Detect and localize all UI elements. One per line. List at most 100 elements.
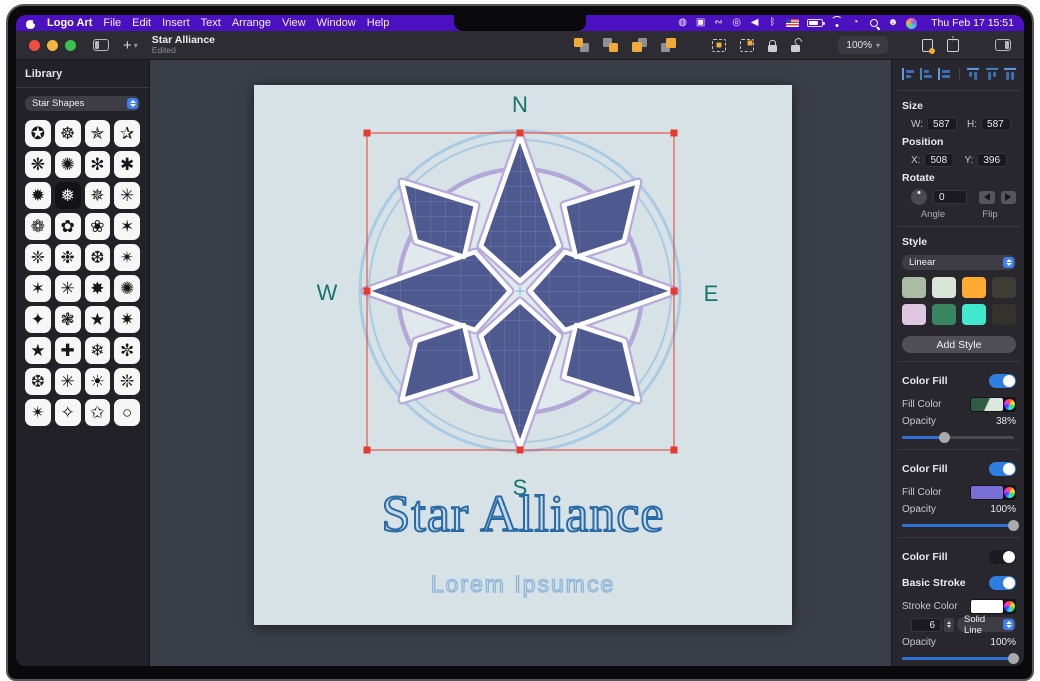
opacity-2-slider[interactable] [902, 520, 1019, 531]
opacity-1-slider[interactable] [902, 432, 1014, 443]
stage-manager-icon[interactable]: ▣ [696, 17, 706, 29]
style-swatch-3[interactable] [962, 277, 986, 298]
align-right-icon[interactable] [938, 68, 951, 80]
library-shape-thin-asterisk[interactable]: ✱ [114, 151, 140, 178]
spotlight-icon[interactable] [869, 18, 880, 29]
line-style-dropdown[interactable]: Solid Line [957, 614, 1016, 636]
width-field[interactable]: 587 [927, 117, 958, 131]
color-wheel-icon[interactable] [1004, 487, 1015, 498]
zoom-window-button[interactable] [65, 39, 76, 51]
library-shape-six-petal-asterisk[interactable]: ✻ [84, 151, 111, 178]
library-shape-four-point-sparkle[interactable]: ✦ [25, 306, 51, 333]
style-swatch-2[interactable] [932, 277, 956, 298]
library-shape-spoke-wheel[interactable]: ❋ [25, 151, 51, 178]
library-shape-eight-point-outline[interactable]: ✩ [84, 399, 111, 426]
library-shape-petal-star[interactable]: ❉ [54, 244, 81, 271]
color-fill-1-toggle[interactable] [989, 374, 1016, 388]
battery-icon[interactable] [806, 19, 825, 27]
library-shape-rayed-sun[interactable]: ✺ [114, 275, 140, 302]
export-icon[interactable] [922, 38, 935, 54]
app-menu[interactable]: Logo Art [47, 17, 92, 29]
menu-help[interactable]: Help [367, 17, 390, 29]
library-shape-cog-outline[interactable]: ❀ [84, 213, 111, 240]
rotation-knob[interactable] [911, 189, 927, 205]
move-forward-icon[interactable] [574, 38, 590, 52]
share-icon[interactable] [947, 38, 959, 52]
ungroup-icon[interactable] [740, 38, 755, 52]
stroke-color-1-well[interactable] [970, 599, 1016, 614]
align-bottom-icon[interactable] [1003, 67, 1016, 81]
library-shape-snowflake-ornament[interactable]: ❄ [84, 337, 111, 364]
library-shape-six-ray-star[interactable]: ✳ [114, 182, 140, 209]
shortcuts-icon[interactable]: ∾ [714, 17, 724, 29]
library-shape-snowflake-tile[interactable]: ❅ [54, 182, 81, 209]
library-shape-wavy-outline-star[interactable]: ✰ [114, 120, 140, 147]
compass-label-west[interactable]: W [317, 280, 338, 305]
zoom-level-dropdown[interactable]: 100% ▾ [838, 36, 888, 54]
library-shape-six-point-thin-star[interactable]: ✶ [114, 213, 140, 240]
align-top-icon[interactable] [967, 67, 980, 81]
color-wheel-icon[interactable] [1004, 601, 1015, 612]
library-shape-plus-sparkle[interactable]: ✚ [54, 337, 81, 364]
flip-horizontal-button[interactable] [979, 190, 995, 204]
screen-record-icon[interactable]: ◎ [732, 17, 742, 29]
screen-mirroring-icon[interactable]: ◍ [678, 17, 688, 29]
send-to-back-icon[interactable] [661, 38, 677, 52]
close-window-button[interactable] [29, 39, 40, 51]
library-shape-flower-gear[interactable]: ✿ [54, 213, 81, 240]
height-field[interactable]: 587 [981, 117, 1012, 131]
library-shape-swirl-star[interactable]: ✷ [114, 306, 140, 333]
inspector-toggle-icon[interactable] [995, 39, 1011, 51]
library-shape-gear-ring[interactable]: ❁ [25, 213, 51, 240]
align-left-icon[interactable] [902, 68, 914, 80]
menu-view[interactable]: View [282, 17, 306, 29]
stroke-width-stepper[interactable] [944, 617, 954, 632]
add-shape-button[interactable]: + ▾ [123, 38, 138, 53]
library-shape-eight-petal-flower[interactable]: ✳ [54, 275, 81, 302]
gradient-type-dropdown[interactable]: Linear [902, 255, 1016, 270]
library-shape-heavy-snowflake[interactable]: ❊ [114, 368, 140, 395]
artboard[interactable]: N W E S Star Alliance Lorem Ipsumce [254, 85, 792, 625]
library-shape-sparkle-burst[interactable]: ❈ [25, 244, 51, 271]
menu-bar-clock[interactable]: Thu Feb 17 15:51 [931, 17, 1014, 29]
bring-to-front-icon[interactable] [632, 38, 648, 52]
add-style-button[interactable]: Add Style [902, 336, 1016, 353]
bluetooth-icon[interactable]: ᛒ [768, 17, 778, 29]
siri-icon[interactable] [906, 17, 918, 29]
library-shape-dense-sunburst[interactable]: ✴ [114, 244, 140, 271]
lock-button[interactable] [768, 38, 778, 52]
compass-label-east[interactable]: E [704, 281, 719, 306]
time-machine-icon[interactable]: ◔ [851, 17, 861, 29]
library-shape-solid-six-star[interactable]: ★ [84, 306, 111, 333]
canvas-area[interactable]: N W E S Star Alliance Lorem Ipsumce [150, 60, 891, 666]
align-middle-v-icon[interactable] [985, 67, 998, 81]
y-position-field[interactable]: 396 [977, 153, 1008, 167]
flip-vertical-button[interactable] [1000, 190, 1016, 204]
volume-icon[interactable]: ◀ [750, 17, 760, 29]
library-shape-star-in-circle[interactable]: ✪ [25, 120, 51, 147]
unlock-button[interactable] [791, 38, 801, 52]
menu-edit[interactable]: Edit [132, 17, 151, 29]
slider-knob[interactable] [1008, 653, 1019, 664]
style-swatch-1[interactable] [902, 277, 926, 298]
menu-window[interactable]: Window [317, 17, 356, 29]
style-swatch-4[interactable] [992, 277, 1016, 298]
style-swatch-7[interactable] [962, 304, 986, 325]
library-shape-circle-outline[interactable]: ○ [114, 399, 140, 426]
menu-arrange[interactable]: Arrange [232, 17, 271, 29]
library-shape-heavy-sunburst[interactable]: ✹ [25, 182, 51, 209]
x-position-field[interactable]: 508 [924, 153, 955, 167]
angle-field[interactable]: 0 [933, 190, 967, 204]
logo-title-text[interactable]: Star Alliance [254, 485, 792, 544]
user-switch-icon[interactable]: ☻ [888, 17, 899, 29]
group-icon[interactable] [712, 38, 727, 52]
library-shape-four-point-outline[interactable]: ✧ [54, 399, 81, 426]
slider-knob[interactable] [1008, 520, 1019, 531]
color-wheel-icon[interactable] [1004, 399, 1015, 410]
style-swatch-8[interactable] [992, 304, 1016, 325]
apple-menu-icon[interactable] [26, 18, 37, 29]
style-swatch-6[interactable] [932, 304, 956, 325]
sidebar-toggle-icon[interactable] [93, 39, 109, 51]
compass-label-north[interactable]: N [512, 92, 528, 117]
basic-stroke-1-toggle[interactable] [989, 576, 1016, 590]
